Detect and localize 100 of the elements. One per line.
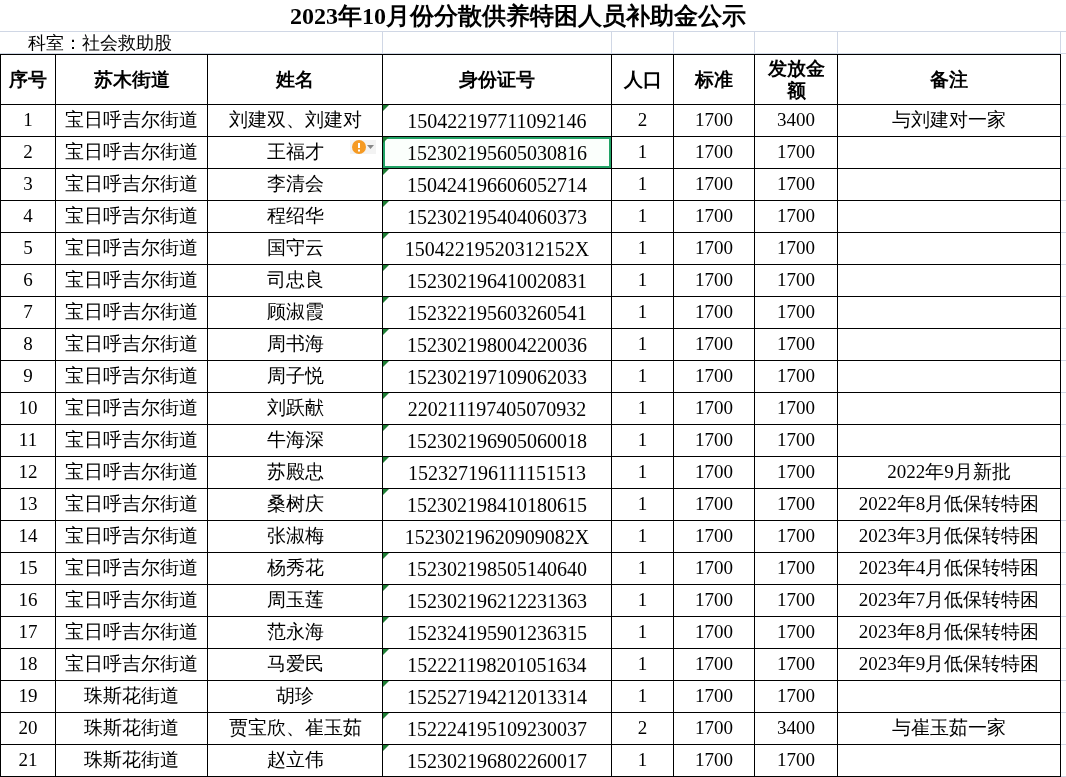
table-cell: 1 — [612, 457, 674, 489]
table-cell-text: 刘建双、刘建对 — [228, 108, 362, 133]
table-cell[interactable]: 152302196802260017 — [383, 745, 612, 777]
table-cell-text: 程绍华 — [266, 204, 324, 229]
table-cell: 1700 — [674, 521, 755, 553]
table-cell: 宝日呼吉尔街道 — [56, 265, 208, 297]
table-cell: 宝日呼吉尔街道 — [56, 521, 208, 553]
table-cell: 宝日呼吉尔街道 — [56, 297, 208, 329]
table-cell[interactable]: 152302195605030816 — [383, 137, 612, 169]
table-cell-text: 李清会 — [266, 172, 324, 197]
table-cell: 8 — [0, 329, 56, 361]
table-cell: 1 — [612, 649, 674, 681]
table-cell: 1700 — [755, 361, 838, 393]
table-cell[interactable]: 15042219520312152X — [383, 233, 612, 265]
table-cell: 15 — [0, 553, 56, 585]
table-cell: 1700 — [755, 297, 838, 329]
table-cell[interactable]: 220211197405070932 — [383, 393, 612, 425]
table-cell: 1700 — [674, 681, 755, 713]
table-cell: 宝日呼吉尔街道 — [56, 489, 208, 521]
table-cell: 20 — [0, 713, 56, 745]
column-header: 序号 — [0, 54, 56, 105]
table-cell: 1700 — [674, 233, 755, 265]
table-cell-text: 2022年9月新批 — [887, 460, 1011, 485]
table-cell[interactable]: 152302198505140640 — [383, 553, 612, 585]
table-cell: 1 — [612, 393, 674, 425]
table-cell[interactable]: 150422197711092146 — [383, 105, 612, 137]
table-cell: 1700 — [674, 649, 755, 681]
table-cell: 宝日呼吉尔街道 — [56, 137, 208, 169]
table-cell: 1700 — [674, 489, 755, 521]
table-cell[interactable]: 152302198004220036 — [383, 329, 612, 361]
table-cell: 宝日呼吉尔街道 — [56, 457, 208, 489]
table-cell: 1700 — [674, 457, 755, 489]
table-cell-text: 司忠良 — [266, 268, 324, 293]
warning-icon[interactable] — [350, 140, 376, 154]
table-cell[interactable]: 152221198201051634 — [383, 649, 612, 681]
table-cell: 1700 — [755, 585, 838, 617]
table-cell-text: 2023年9月低保转特困 — [858, 652, 1040, 677]
table-cell: 1700 — [755, 393, 838, 425]
table-cell-text: 国守云 — [266, 236, 324, 261]
table-cell: 宝日呼吉尔街道 — [56, 361, 208, 393]
sheet-title: 2023年10月份分散供养特困人员补助金公示 — [290, 1, 746, 31]
table-cell: 6 — [0, 265, 56, 297]
table-cell: 1700 — [674, 393, 755, 425]
table-cell: 宝日呼吉尔街道 — [56, 169, 208, 201]
table-cell-text: 胡珍 — [276, 684, 314, 709]
table-cell: 1 — [612, 361, 674, 393]
table-cell: 1 — [612, 521, 674, 553]
table-cell: 1700 — [755, 201, 838, 233]
table-cell: 10 — [0, 393, 56, 425]
table-cell: 13 — [0, 489, 56, 521]
table-cell: 1700 — [674, 297, 755, 329]
table-cell[interactable]: 15230219620909082X — [383, 521, 612, 553]
table-cell: 宝日呼吉尔街道 — [56, 393, 208, 425]
table-cell: 1700 — [674, 585, 755, 617]
table-cell[interactable]: 152527194212013314 — [383, 681, 612, 713]
table-cell: 4 — [0, 201, 56, 233]
table-cell-text: 王福才 — [266, 140, 324, 165]
table-cell: 1700 — [674, 329, 755, 361]
table-cell: 1700 — [755, 617, 838, 649]
table-cell[interactable]: 152302196410020831 — [383, 265, 612, 297]
table-cell: 1 — [612, 297, 674, 329]
table-cell: 珠斯花街道 — [56, 713, 208, 745]
table-cell[interactable]: 152322195603260541 — [383, 297, 612, 329]
table-cell: 1 — [612, 329, 674, 361]
table-cell: 1700 — [755, 681, 838, 713]
table-cell: 珠斯花街道 — [56, 745, 208, 777]
table-cell: 2 — [612, 713, 674, 745]
table-cell[interactable]: 152302195404060373 — [383, 201, 612, 233]
table-cell: 14 — [0, 521, 56, 553]
table-cell: 珠斯花街道 — [56, 681, 208, 713]
table-cell-text: 2023年3月低保转特困 — [858, 524, 1040, 549]
table-cell: 18 — [0, 649, 56, 681]
table-cell-text: 与刘建对一家 — [892, 108, 1006, 133]
table-cell-text: 马爱民 — [266, 652, 324, 677]
table-cell[interactable]: 152224195109230037 — [383, 713, 612, 745]
table-cell-text: 与崔玉茹一家 — [892, 716, 1006, 741]
table-cell: 1700 — [674, 553, 755, 585]
table-cell: 17 — [0, 617, 56, 649]
table-cell[interactable]: 152324195901236315 — [383, 617, 612, 649]
table-cell[interactable]: 152302196905060018 — [383, 425, 612, 457]
table-cell[interactable]: 150424196606052714 — [383, 169, 612, 201]
table-cell[interactable]: 152302196212231363 — [383, 585, 612, 617]
table-cell: 2 — [0, 137, 56, 169]
table-cell-text: 赵立伟 — [266, 748, 324, 773]
table-cell: 2 — [612, 105, 674, 137]
table-cell: 1700 — [674, 745, 755, 777]
table-cell: 19 — [0, 681, 56, 713]
table-cell-text: 苏殿忠 — [266, 460, 324, 485]
table-cell: 3 — [0, 169, 56, 201]
table-cell: 1700 — [755, 745, 838, 777]
column-header: 身份证号 — [383, 54, 612, 105]
column-header: 发放金额 — [755, 54, 838, 105]
table-cell-text: 2022年8月低保转特困 — [858, 492, 1040, 517]
table-cell[interactable]: 152327196111151513 — [383, 457, 612, 489]
table-cell: 16 — [0, 585, 56, 617]
table-cell: 宝日呼吉尔街道 — [56, 585, 208, 617]
table-cell-text: 2023年8月低保转特困 — [858, 620, 1040, 645]
table-cell[interactable]: 152302198410180615 — [383, 489, 612, 521]
table-cell[interactable]: 152302197109062033 — [383, 361, 612, 393]
table-cell: 宝日呼吉尔街道 — [56, 201, 208, 233]
